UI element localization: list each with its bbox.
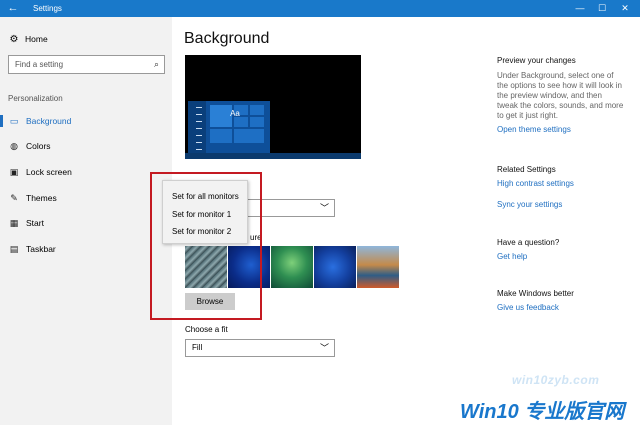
back-arrow-icon[interactable]: ← xyxy=(0,0,26,17)
start-column-preview xyxy=(188,101,206,159)
sidebar-item-label: Taskbar xyxy=(26,244,56,254)
preview-section: Preview your changes Under Background, s… xyxy=(497,55,637,135)
get-help-link[interactable]: Get help xyxy=(497,251,637,262)
choose-fit-label: Choose a fit xyxy=(185,325,228,334)
preview-desc-line: tweak the colors, sounds, and more xyxy=(497,101,624,110)
start-grid-icon: ▦ xyxy=(9,218,19,228)
preview-tile xyxy=(210,129,232,143)
monitor-context-menu: Set for all monitors Set for monitor 1 S… xyxy=(162,180,248,244)
picture-thumbnail[interactable] xyxy=(357,246,399,288)
menu-item-set-all-monitors[interactable]: Set for all monitors xyxy=(172,191,239,203)
browse-button[interactable]: Browse xyxy=(185,293,235,310)
chevron-down-icon: ﹀ xyxy=(319,203,329,213)
fit-value: Fill xyxy=(192,343,203,352)
question-heading: Have a question? xyxy=(497,238,560,247)
give-feedback-link[interactable]: Give us feedback xyxy=(497,302,637,313)
chevron-down-icon: ﹀ xyxy=(319,343,329,353)
preview-taskbar xyxy=(185,153,361,159)
sidebar-item-lock-screen[interactable]: ▣ Lock screen xyxy=(0,163,172,181)
sidebar-item-taskbar[interactable]: ▤ Taskbar xyxy=(0,240,172,258)
watermark-url: win10zyb.com xyxy=(512,373,600,387)
better-heading: Make Windows better xyxy=(497,289,574,298)
home-label: Home xyxy=(25,34,48,44)
brush-icon: ✎ xyxy=(10,193,18,203)
desktop-preview: Aa xyxy=(185,55,361,159)
related-settings-section: Related Settings High contrast settings … xyxy=(497,164,637,210)
palette-icon: ◍ xyxy=(10,141,18,151)
close-button[interactable]: ✕ xyxy=(610,0,640,17)
picture-thumbnail[interactable] xyxy=(314,246,356,288)
preview-desc-line: the options to see how it will look in xyxy=(497,81,622,90)
search-icon[interactable]: ⌕ xyxy=(154,56,159,73)
sidebar: ⚙ Home Find a setting ⌕ Personalization ▭… xyxy=(0,17,172,425)
preview-desc-line: the preview window, and then xyxy=(497,91,602,100)
choose-picture-label: ure xyxy=(250,233,262,242)
related-heading: Related Settings xyxy=(497,165,556,174)
sidebar-item-background[interactable]: ▭ Background xyxy=(0,112,172,130)
choose-fit-dropdown[interactable]: Fill ﹀ xyxy=(185,339,335,357)
sync-settings-link[interactable]: Sync your settings xyxy=(497,199,637,210)
sidebar-item-label: Themes xyxy=(26,193,57,203)
feedback-section: Make Windows better Give us feedback xyxy=(497,288,637,313)
menu-line xyxy=(196,142,202,143)
lock-screen-icon: ▣ xyxy=(9,167,19,177)
picture-thumbnail[interactable] xyxy=(185,246,227,288)
preview-desc-line: Under Background, select one of xyxy=(497,71,614,80)
picture-thumbnail[interactable] xyxy=(228,246,270,288)
home-nav-item[interactable]: ⚙ Home xyxy=(8,32,48,46)
menu-line xyxy=(196,114,202,115)
section-label: Personalization xyxy=(8,94,63,103)
sidebar-item-label: Lock screen xyxy=(26,167,72,177)
menu-line xyxy=(196,149,202,150)
gear-icon: ⚙ xyxy=(9,34,19,45)
menu-item-set-monitor-2[interactable]: Set for monitor 2 xyxy=(172,226,231,238)
menu-line xyxy=(196,121,202,122)
sidebar-item-label: Background xyxy=(26,116,72,126)
preview-tile xyxy=(234,129,264,143)
menu-item-set-monitor-1[interactable]: Set for monitor 1 xyxy=(172,209,231,221)
title-bar: ← Settings — ☐ ✕ xyxy=(0,0,640,17)
search-placeholder: Find a setting xyxy=(15,60,64,69)
high-contrast-link[interactable]: High contrast settings xyxy=(497,178,637,189)
picture-icon: ▭ xyxy=(9,116,19,126)
menu-line xyxy=(196,128,202,129)
sidebar-item-label: Colors xyxy=(26,141,51,151)
watermark-logo: Win10 专业版官网 xyxy=(460,401,625,423)
open-theme-settings-link[interactable]: Open theme settings xyxy=(497,124,637,135)
preview-tile xyxy=(250,105,264,115)
window-title: Settings xyxy=(33,4,62,13)
preview-heading: Preview your changes xyxy=(497,56,576,65)
preview-tile xyxy=(250,117,264,127)
picture-thumbnail[interactable] xyxy=(271,246,313,288)
preview-tile-text: Aa xyxy=(230,109,240,118)
page-title: Background xyxy=(184,30,270,47)
menu-line xyxy=(196,135,202,136)
sidebar-item-colors[interactable]: ◍ Colors xyxy=(0,137,172,155)
sidebar-item-themes[interactable]: ✎ Themes xyxy=(0,189,172,207)
question-section: Have a question? Get help xyxy=(497,237,637,262)
sidebar-item-start[interactable]: ▦ Start xyxy=(0,214,172,232)
sidebar-item-label: Start xyxy=(26,218,44,228)
taskbar-icon: ▤ xyxy=(9,244,19,254)
search-input[interactable]: Find a setting ⌕ xyxy=(8,55,165,74)
menu-line xyxy=(196,107,202,108)
preview-desc-line: to get it just right. xyxy=(497,111,558,120)
